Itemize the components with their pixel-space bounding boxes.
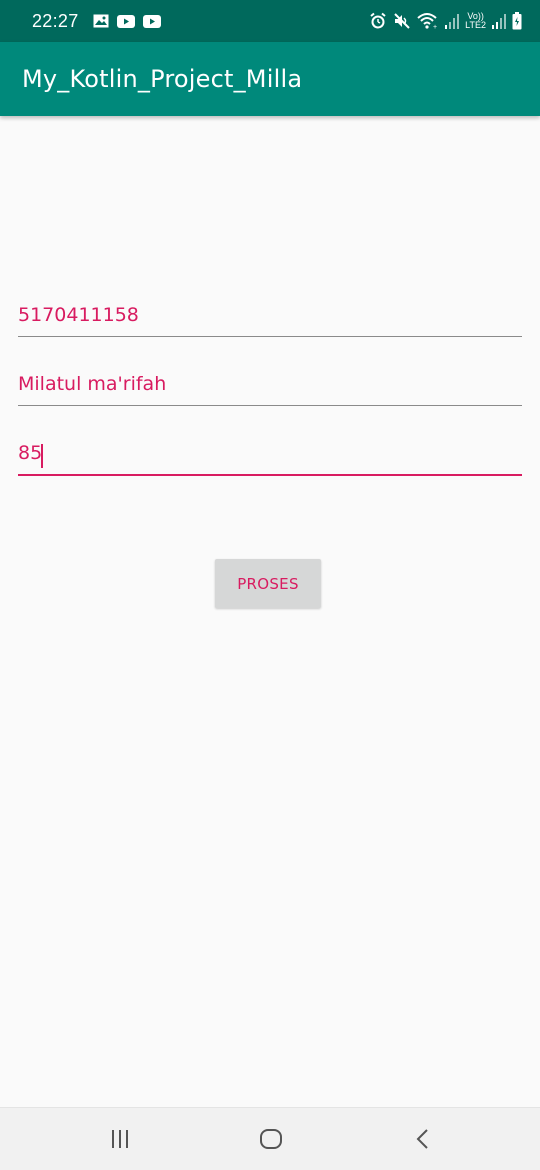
back-button[interactable] [403, 1122, 443, 1156]
home-button[interactable] [251, 1122, 291, 1156]
nama-field[interactable] [18, 362, 522, 405]
gallery-icon [93, 14, 109, 28]
nilai-field-container [18, 432, 522, 476]
mute-icon [393, 12, 411, 30]
signal-icon [492, 13, 506, 29]
status-left-icons [93, 14, 161, 28]
lte-icon: Vo)) LTE2 [465, 12, 486, 30]
app-title: My_Kotlin_Project_Milla [22, 65, 303, 93]
alarm-icon [369, 12, 387, 30]
nim-field-container [18, 293, 522, 337]
recents-button[interactable] [100, 1122, 140, 1156]
recents-icon [109, 1128, 131, 1150]
screen: 22:27 + Vo)) LTE2 My_Kotlin_Project_Mill… [0, 0, 540, 1170]
nama-field-container [18, 362, 522, 406]
status-right-icons: + Vo)) LTE2 [369, 12, 522, 30]
app-bar: My_Kotlin_Project_Milla [0, 42, 540, 116]
youtube-icon [116, 14, 135, 28]
navigation-bar [0, 1107, 540, 1170]
signal-icon [445, 13, 460, 29]
text-cursor [41, 444, 43, 468]
status-time: 22:27 [32, 10, 79, 31]
status-bar: 22:27 + Vo)) LTE2 [0, 0, 540, 42]
wifi-icon: + [417, 12, 439, 30]
back-icon [413, 1128, 433, 1150]
svg-text:+: + [433, 24, 437, 30]
lte-label-bottom: LTE2 [465, 20, 486, 30]
home-icon [259, 1128, 283, 1150]
proses-button[interactable]: PROSES [215, 559, 321, 608]
youtube-icon [142, 14, 161, 28]
battery-icon [512, 12, 522, 30]
nim-field[interactable] [18, 293, 522, 336]
nilai-field[interactable] [18, 432, 522, 474]
